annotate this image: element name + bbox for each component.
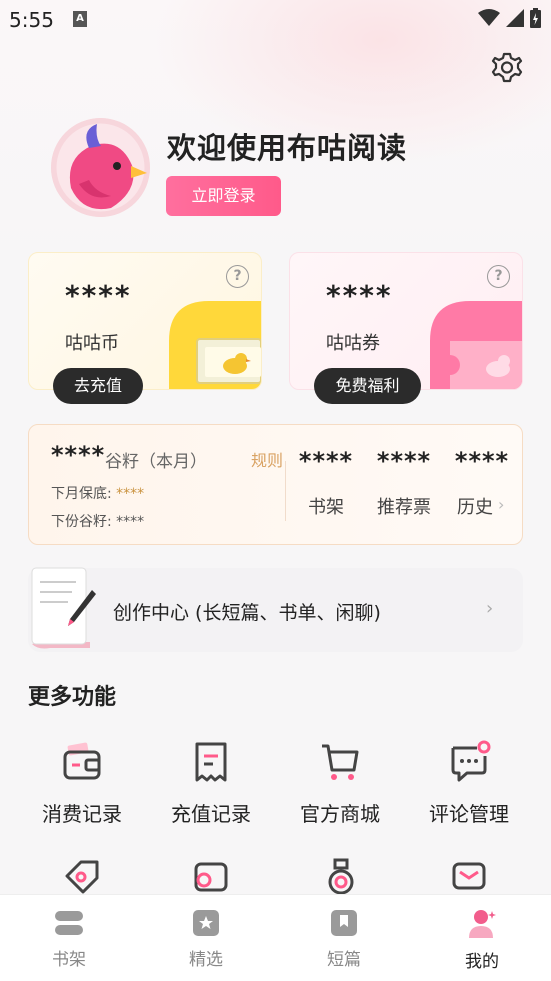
feature-recharge-records[interactable]: 充值记录 <box>156 740 266 827</box>
creation-center-banner[interactable]: 创作中心 (长短篇、书单、闲聊) › <box>28 567 523 652</box>
coupon-label: 咕咕券 <box>326 333 380 354</box>
recharge-button[interactable]: 去充值 <box>53 368 143 404</box>
rules-link[interactable]: 规则 <box>251 447 283 471</box>
stat-recommend-value: **** <box>376 447 432 475</box>
coupon-balance: **** <box>326 279 393 312</box>
medal-icon[interactable] <box>322 858 360 896</box>
stat-bookshelf-label: 书架 <box>308 497 344 518</box>
coupon-help-icon[interactable]: ? <box>487 265 510 288</box>
login-button[interactable]: 立即登录 <box>166 176 281 216</box>
profile-icon <box>469 910 496 938</box>
feature-label: 评论管理 <box>429 802 509 826</box>
bird-mascot-icon <box>51 118 150 217</box>
guarantee-row: 下月保底: **** <box>51 483 144 503</box>
bottom-tab-bar: 书架 精选 短篇 我的 <box>0 894 551 981</box>
next-grain-row: 下份谷籽: **** <box>51 511 144 531</box>
feature-official-mall[interactable]: 官方商城 <box>285 740 395 827</box>
status-indicators <box>478 8 541 28</box>
short-story-icon <box>331 910 357 936</box>
feature-consumption-records[interactable]: 消费记录 <box>27 740 137 827</box>
notebook-pen-icon <box>31 567 96 649</box>
tab-featured[interactable]: 精选 <box>166 909 246 970</box>
stat-bookshelf-value: **** <box>298 447 354 475</box>
next-grain-label: 下份谷籽: <box>51 514 112 530</box>
coin-label: 咕咕币 <box>65 333 119 354</box>
welcome-title: 欢迎使用布咕阅读 <box>167 131 408 165</box>
featured-icon <box>193 910 219 936</box>
status-time: 5:55 <box>9 8 54 32</box>
comment-icon <box>451 740 491 782</box>
free-welfare-button[interactable]: 免费福利 <box>314 368 421 404</box>
chevron-right-icon: › <box>486 598 494 619</box>
feature-label: 充值记录 <box>171 802 251 826</box>
chevron-right-icon: › <box>498 495 505 514</box>
stats-divider <box>285 461 286 521</box>
stat-bookshelf[interactable]: **** 书架 <box>291 447 361 519</box>
stat-history-value: **** <box>454 447 510 475</box>
tab-short-story[interactable]: 短篇 <box>304 909 384 970</box>
stat-recommend-label: 推荐票 <box>377 497 431 518</box>
tag-icon[interactable] <box>63 858 101 896</box>
avatar[interactable] <box>51 118 150 217</box>
guarantee-label: 下月保底: <box>51 486 112 502</box>
tab-profile[interactable]: 我的 <box>442 909 522 972</box>
grain-label: 谷籽（本月） <box>105 452 207 472</box>
coin-balance: **** <box>65 279 132 312</box>
bookshelf-icon <box>55 911 83 935</box>
more-features-title: 更多功能 <box>28 685 117 710</box>
stats-panel: **** 谷籽（本月） 规则 下月保底: **** 下份谷籽: **** ***… <box>28 424 523 545</box>
feature-comment-management[interactable]: 评论管理 <box>414 740 524 827</box>
stat-recommend-ticket[interactable]: **** 推荐票 <box>365 447 443 519</box>
guarantee-value: **** <box>116 486 145 502</box>
tab-label: 精选 <box>189 950 223 970</box>
tab-label: 书架 <box>52 950 86 970</box>
coin-wallet-icon <box>169 301 261 389</box>
wallet-icon <box>63 742 101 780</box>
creation-center-label: 创作中心 (长短篇、书单、闲聊) <box>113 602 381 624</box>
tab-label: 短篇 <box>327 950 361 970</box>
feature-label: 官方商城 <box>300 802 380 826</box>
stat-history[interactable]: **** 历史 <box>447 447 517 519</box>
signal-icon <box>506 9 524 27</box>
message-edit-icon[interactable] <box>450 858 488 896</box>
notification-a-icon: A <box>73 11 87 27</box>
gear-icon[interactable] <box>490 51 524 85</box>
tab-bookshelf[interactable]: 书架 <box>29 909 109 970</box>
receipt-icon <box>195 742 227 782</box>
tab-label: 我的 <box>465 952 499 972</box>
coupon-ticket-icon <box>430 301 522 389</box>
feature-label: 消费记录 <box>42 802 122 826</box>
coin-help-icon[interactable]: ? <box>226 265 249 288</box>
next-grain-value: **** <box>116 514 145 530</box>
cart-icon <box>322 744 359 780</box>
battery-icon <box>530 8 541 28</box>
wifi-icon <box>478 9 500 26</box>
coin-wallet-icon[interactable] <box>192 858 230 896</box>
grain-value: **** <box>51 441 106 469</box>
